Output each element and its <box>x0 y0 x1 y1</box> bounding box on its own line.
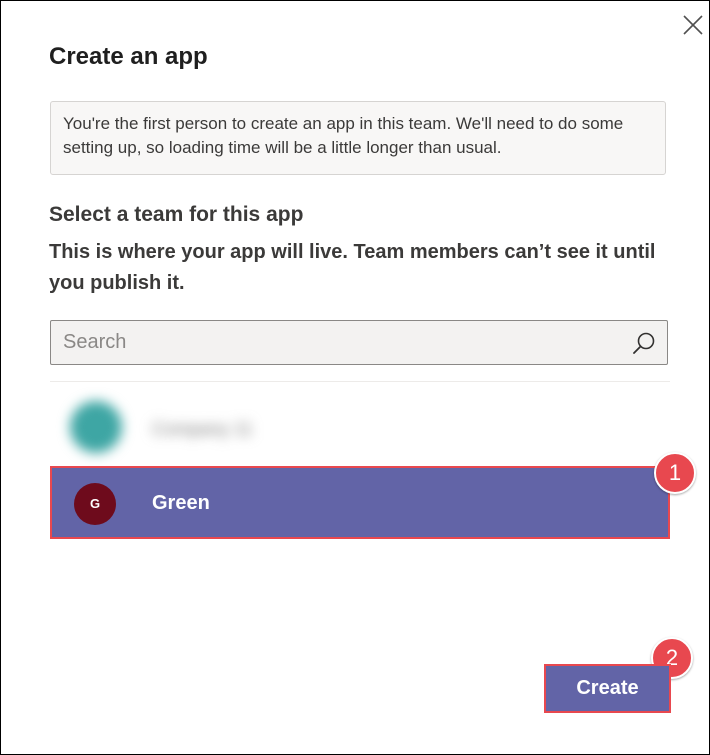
dialog-title: Create an app <box>49 43 208 70</box>
team-search-input[interactable] <box>51 321 635 364</box>
team-list-item-blurred[interactable]: Company 11 <box>50 393 670 459</box>
team-list-item-green[interactable]: G Green <box>50 466 670 539</box>
first-time-notice: You're the first person to create an app… <box>50 101 666 175</box>
list-divider <box>50 381 670 382</box>
create-button[interactable]: Create <box>544 664 671 713</box>
step-1-badge: 1 <box>654 452 696 494</box>
close-icon[interactable] <box>681 13 705 37</box>
create-app-dialog: Create an app You're the first person to… <box>0 0 710 755</box>
select-team-description: This is where your app will live. Team m… <box>49 241 656 294</box>
team-search-box <box>50 320 668 365</box>
team-avatar: G <box>74 483 116 525</box>
search-icon[interactable] <box>631 330 657 356</box>
select-team-heading: Select a team for this app <box>49 203 304 226</box>
team-name-blurred: Company 11 <box>152 419 253 439</box>
team-name: Green <box>152 492 210 514</box>
team-avatar <box>70 401 122 453</box>
